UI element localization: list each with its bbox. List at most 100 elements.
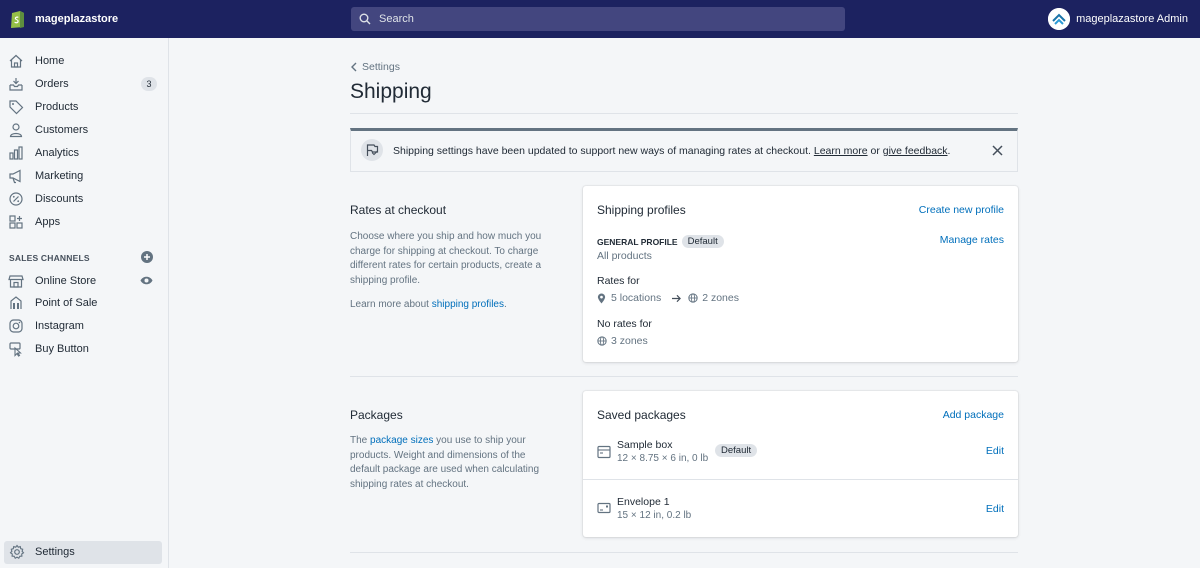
no-rates-row: 3 zones [597, 335, 648, 347]
card-title: Shipping profiles [597, 203, 686, 217]
search-placeholder: Search [379, 13, 414, 25]
packages-section-title: Packages [350, 408, 403, 422]
flag-icon [366, 144, 379, 156]
sidebar-item-label: Buy Button [35, 343, 89, 355]
page-title: Shipping [350, 80, 432, 103]
learn-more-link[interactable]: Learn more [814, 145, 868, 157]
shopify-logo-icon [11, 11, 24, 28]
megaphone-icon [9, 169, 21, 184]
globe-icon [688, 293, 698, 303]
edit-package-button[interactable]: Edit [986, 445, 1004, 457]
shipping-profiles-card: Shipping profiles Create new profile GEN… [583, 186, 1018, 362]
no-rates-label: No rates for [597, 318, 652, 330]
info-banner: Shipping settings have been updated to s… [350, 128, 1018, 172]
sidebar: Home Orders 3 Products Customers Analyti… [0, 38, 169, 568]
package-name: Sample box [617, 439, 673, 451]
learn-more-prefix: Learn more about [350, 299, 432, 310]
section-divider [350, 376, 1018, 377]
package-row: Envelope 1 15 × 12 in, 0.2 lb Edit [583, 491, 1018, 531]
package-sizes-link[interactable]: package sizes [370, 435, 433, 446]
search-icon [359, 13, 371, 25]
banner-period: . [947, 145, 951, 157]
box-icon [597, 445, 611, 459]
location-pin-icon [597, 293, 606, 303]
instagram-icon [9, 319, 23, 333]
rates-for-row: 5 locations 2 zones [597, 292, 739, 304]
title-divider [350, 113, 1018, 114]
pos-icon [10, 296, 22, 309]
packages-section-desc: The package sizes you use to ship your p… [350, 434, 550, 492]
row-divider [583, 479, 1018, 480]
chevron-left-icon [351, 62, 357, 72]
sidebar-item-instagram[interactable]: Instagram [0, 315, 169, 337]
sidebar-item-label: Settings [35, 546, 75, 558]
sidebar-item-buy-button[interactable]: Buy Button [0, 338, 169, 360]
default-badge: Default [681, 235, 724, 248]
sidebar-item-label: Discounts [35, 193, 84, 205]
profile-products: All products [597, 250, 652, 262]
envelope-icon [597, 502, 611, 514]
add-channel-icon[interactable] [141, 251, 153, 263]
discount-icon [9, 192, 23, 206]
general-profile-row: GENERAL PROFILE Default [597, 235, 724, 248]
saved-packages-card: Saved packages Add package Sample box De… [583, 391, 1018, 537]
sidebar-item-label: Customers [35, 124, 89, 136]
banner-or-text: or [867, 145, 883, 157]
arrow-right-icon [672, 294, 682, 302]
locations-count: 5 locations [611, 292, 662, 304]
profile-name: GENERAL PROFILE [597, 236, 678, 247]
shipping-profiles-link[interactable]: shipping profiles [432, 299, 504, 310]
banner-text: Shipping settings have been updated to s… [393, 145, 950, 157]
sidebar-item-settings[interactable]: Settings [4, 541, 162, 564]
manage-rates-link[interactable]: Manage rates [940, 234, 1004, 246]
learn-more-suffix: . [503, 299, 507, 310]
gear-icon [9, 544, 25, 559]
orders-icon [9, 78, 23, 91]
sidebar-item-discounts[interactable]: Discounts [0, 188, 169, 210]
sidebar-item-orders[interactable]: Orders 3 [0, 73, 169, 95]
sidebar-item-label: Orders [35, 78, 69, 90]
zones-count: 2 zones [702, 292, 739, 304]
create-new-profile-link[interactable]: Create new profile [919, 204, 1004, 216]
edit-package-button[interactable]: Edit [986, 503, 1004, 515]
sidebar-item-label: Marketing [35, 170, 84, 182]
card-title: Saved packages [597, 408, 686, 422]
package-dimensions: 15 × 12 in, 0.2 lb [617, 510, 692, 521]
package-row: Sample box Default 12 × 8.75 × 6 in, 0 l… [583, 433, 1018, 479]
sidebar-item-analytics[interactable]: Analytics [0, 142, 169, 164]
sidebar-item-customers[interactable]: Customers [0, 119, 169, 141]
sales-channels-heading: SALES CHANNELS [9, 253, 90, 263]
store-icon [8, 275, 24, 288]
no-rates-zones: 3 zones [611, 335, 648, 347]
bar-chart-icon [9, 146, 23, 160]
sidebar-item-label: Products [35, 101, 79, 113]
close-icon[interactable] [992, 145, 1003, 156]
sidebar-item-label: Point of Sale [35, 297, 98, 309]
default-badge: Default [715, 444, 758, 457]
store-switcher[interactable]: mageplazastore [0, 9, 351, 29]
search-bar[interactable]: Search [351, 7, 845, 31]
package-name-row: Sample box [617, 439, 672, 451]
eye-icon[interactable] [140, 275, 153, 286]
account-name: mageplazastore Admin [1076, 13, 1188, 25]
sidebar-item-marketing[interactable]: Marketing [0, 165, 169, 187]
apps-icon [9, 215, 23, 229]
sidebar-item-products[interactable]: Products [0, 96, 169, 118]
sidebar-item-point-of-sale[interactable]: Point of Sale [0, 292, 169, 314]
banner-message: Shipping settings have been updated to s… [393, 145, 814, 157]
sidebar-item-label: Analytics [35, 147, 80, 159]
sidebar-item-label: Online Store [35, 275, 97, 287]
add-package-button[interactable]: Add package [943, 409, 1004, 421]
rates-for-label: Rates for [597, 275, 640, 287]
sidebar-item-label: Instagram [35, 320, 84, 332]
tag-icon [9, 100, 24, 115]
home-icon [9, 54, 23, 68]
give-feedback-link[interactable]: give feedback [883, 145, 948, 157]
buy-button-icon [9, 342, 22, 357]
breadcrumb[interactable]: Settings [350, 61, 400, 73]
sidebar-item-home[interactable]: Home [0, 50, 169, 72]
rates-learn-more: Learn more about shipping profiles. [350, 298, 550, 313]
account-menu[interactable]: mageplazastore Admin [1048, 0, 1188, 38]
sidebar-item-apps[interactable]: Apps [0, 211, 169, 233]
section-divider [350, 552, 1018, 553]
